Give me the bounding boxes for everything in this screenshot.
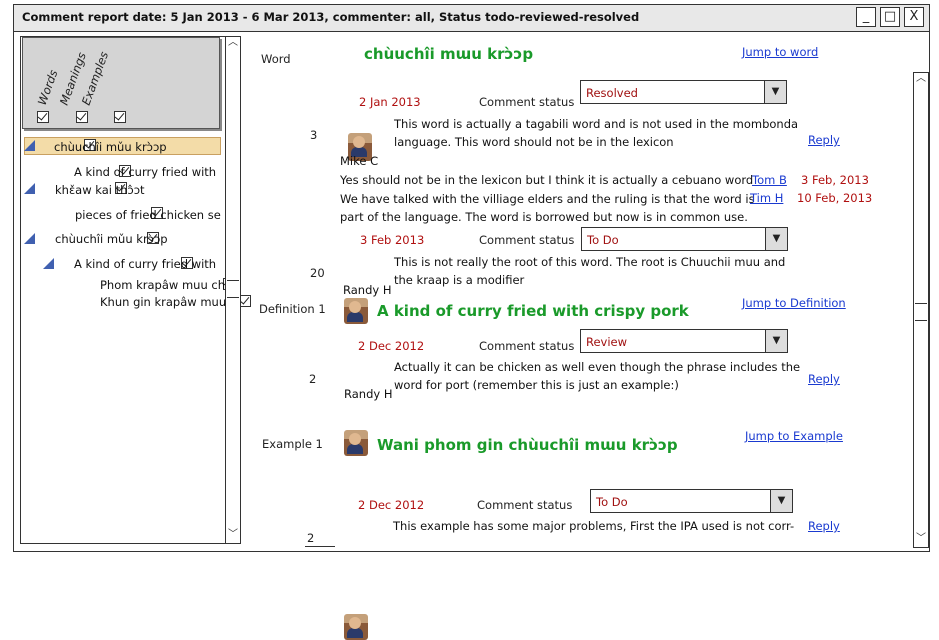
tree-item-example[interactable]: Phom krapâw muu ch [100, 278, 225, 292]
comment-count: 2 [307, 531, 315, 545]
chevron-down-icon: ▼ [764, 81, 786, 103]
maximize-button[interactable]: □ [880, 7, 900, 27]
reply-text: Yes should not be in the lexicon but I t… [340, 173, 754, 187]
tree-item-example[interactable]: Khun gin krapâw muu [100, 295, 226, 309]
comment-text: the kraap is a modifier [394, 273, 525, 287]
reply-link[interactable]: Reply [808, 519, 840, 533]
expand-icon[interactable] [43, 258, 54, 269]
status-value: Resolved [586, 86, 638, 100]
comment-status-select[interactable]: Review ▼ [580, 329, 788, 353]
tree-item-word[interactable]: chùuchîi mǔu krɔ̀ɔp [54, 140, 167, 154]
tree-item-meaning[interactable]: pieces of fried chicken se [75, 208, 221, 222]
comment-text: word for port (remember this is just an … [394, 378, 679, 392]
meanings-checkbox[interactable] [75, 111, 88, 123]
reply-text: part of the language. The word is borrow… [340, 210, 748, 224]
words-checkbox[interactable] [37, 111, 49, 123]
avatar [344, 430, 368, 456]
minimize-button[interactable]: _ [856, 7, 876, 27]
comment-text: This example has some major problems, Fi… [393, 519, 795, 533]
chevron-down-icon: ▼ [765, 330, 787, 352]
expand-icon[interactable] [24, 183, 35, 194]
comment-author: Randy H [344, 387, 393, 401]
comment-status-select[interactable]: Resolved ▼ [580, 80, 787, 104]
comment-date: 2 Dec 2012 [358, 339, 425, 353]
status-value: To Do [596, 495, 628, 509]
comment-date: 2 Jan 2013 [359, 95, 421, 109]
comment-status-label: Comment status [479, 95, 575, 109]
status-value: Review [586, 335, 628, 349]
expand-icon[interactable] [24, 233, 35, 244]
comment-text: This word is actually a tagabili word an… [394, 117, 799, 131]
scroll-down-icon[interactable]: ﹀ [913, 534, 929, 544]
example-label: Example 1 [262, 437, 323, 451]
window-title: Comment report date: 5 Jan 2013 - 6 Mar … [22, 10, 640, 24]
word-label: Word [261, 52, 291, 66]
comment-date: 2 Dec 2012 [358, 498, 425, 512]
avatar [344, 614, 368, 640]
comment-count: 20 [310, 266, 325, 280]
jump-to-word-link[interactable]: Jump to word [742, 45, 818, 59]
reply-author-link[interactable]: Tim H [750, 191, 783, 205]
scroll-down-icon[interactable]: ﹀ [225, 530, 241, 540]
reply-date: 3 Feb, 2013 [801, 173, 869, 187]
bottom-divider [305, 546, 335, 547]
tree-item-word[interactable]: chùuchîi mǔu krɔ̀ɔp [55, 232, 168, 246]
comment-text: Actually it can be chicken as well even … [394, 360, 801, 374]
comment-text: language. This word should not be in the… [394, 135, 674, 149]
chevron-down-icon: ▼ [765, 228, 787, 250]
comment-status-select[interactable]: To Do ▼ [590, 489, 793, 513]
status-value: To Do [587, 233, 619, 247]
word-headword: chùuchîi mɯu krɔ̀ɔp [364, 45, 534, 63]
tree-item-word[interactable]: khɛ̌aw kai thɔ̂ɔt [55, 183, 145, 197]
tree-item-meaning[interactable]: A kind of curry fried with [74, 257, 216, 271]
comment-author: Mike C [340, 154, 379, 168]
avatar [344, 298, 368, 324]
tree-item-meaning[interactable]: A kind of curry fried with [74, 165, 216, 179]
example-text: Wani phom gin chùuchîi mɯu krɔ̀ɔp [377, 436, 678, 454]
scroll-up-icon[interactable]: ︿ [225, 38, 241, 48]
jump-to-definition-link[interactable]: Jump to Definition [742, 296, 846, 310]
scroll-thumb[interactable] [227, 280, 239, 298]
reply-link[interactable]: Reply [808, 133, 840, 147]
comment-count: 2 [309, 372, 317, 386]
comment-status-label: Comment status [479, 339, 575, 353]
scroll-thumb[interactable] [915, 303, 927, 321]
comment-date: 3 Feb 2013 [360, 233, 425, 247]
definition-text: A kind of curry fried with crispy pork [377, 302, 689, 320]
examples-checkbox[interactable] [114, 111, 127, 123]
close-button[interactable]: X [904, 7, 924, 27]
chevron-down-icon: ▼ [770, 490, 792, 512]
reply-link[interactable]: Reply [808, 372, 840, 386]
definition-label: Definition 1 [259, 302, 326, 316]
scroll-up-icon[interactable]: ︿ [913, 74, 929, 84]
comment-status-select[interactable]: To Do ▼ [581, 227, 788, 251]
expand-icon[interactable] [24, 140, 35, 151]
reply-date: 10 Feb, 2013 [797, 191, 873, 205]
jump-to-example-link[interactable]: Jump to Example [745, 429, 843, 443]
comment-author: Randy H [343, 283, 392, 297]
comment-status-label: Comment status [477, 498, 573, 512]
reply-author-link[interactable]: Tom B [752, 173, 787, 187]
comment-status-label: Comment status [479, 233, 575, 247]
reply-text: We have talked with the villiage elders … [340, 192, 755, 206]
comment-count: 3 [310, 128, 318, 142]
comment-text: This is not really the root of this word… [394, 255, 786, 269]
